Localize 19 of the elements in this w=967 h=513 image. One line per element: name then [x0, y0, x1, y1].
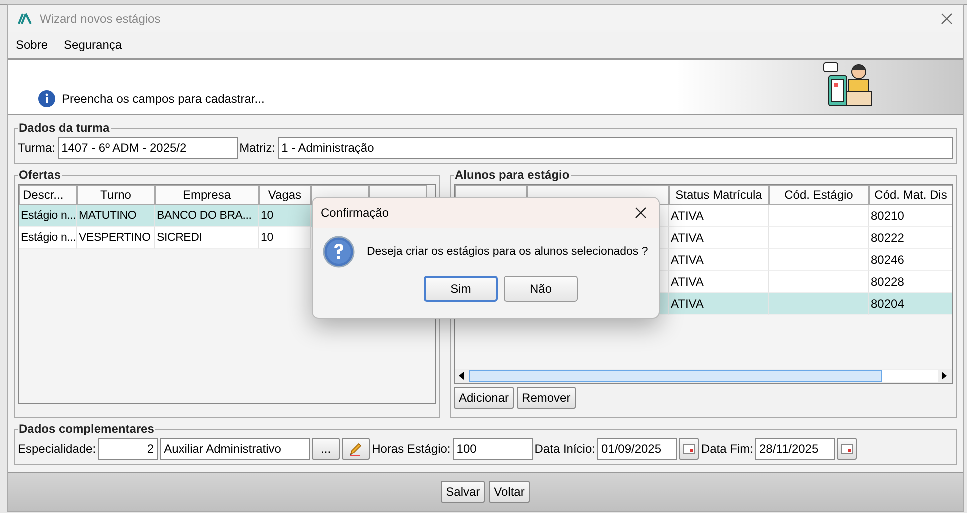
group-title: Ofertas	[18, 168, 62, 182]
table-cell: ATIVA	[669, 293, 769, 315]
table-cell: Estágio n...	[19, 227, 77, 249]
field-label: Matriz:	[240, 141, 276, 155]
table-cell: VESPERTINO	[77, 227, 155, 249]
table-cell: 80204	[869, 293, 952, 315]
field-label: Horas Estágio:	[372, 442, 451, 456]
table-cell: SICREDI	[155, 227, 259, 249]
dialog-title: Confirmação	[321, 206, 390, 220]
group-title: Alunos para estágio	[454, 168, 571, 182]
group-title: Dados da turma	[18, 121, 111, 135]
group-title: Dados complementares	[18, 422, 156, 436]
field-label: Turma:	[18, 141, 56, 155]
field-label: Data Fim:	[701, 442, 754, 456]
info-message: Preencha os campos para cadastrar...	[62, 92, 265, 108]
field-label: Data Início:	[534, 442, 596, 456]
field-label: Especialidade:	[18, 442, 96, 456]
table-cell: 10	[259, 227, 311, 249]
window-title: Wizard novos estágios	[40, 12, 162, 26]
